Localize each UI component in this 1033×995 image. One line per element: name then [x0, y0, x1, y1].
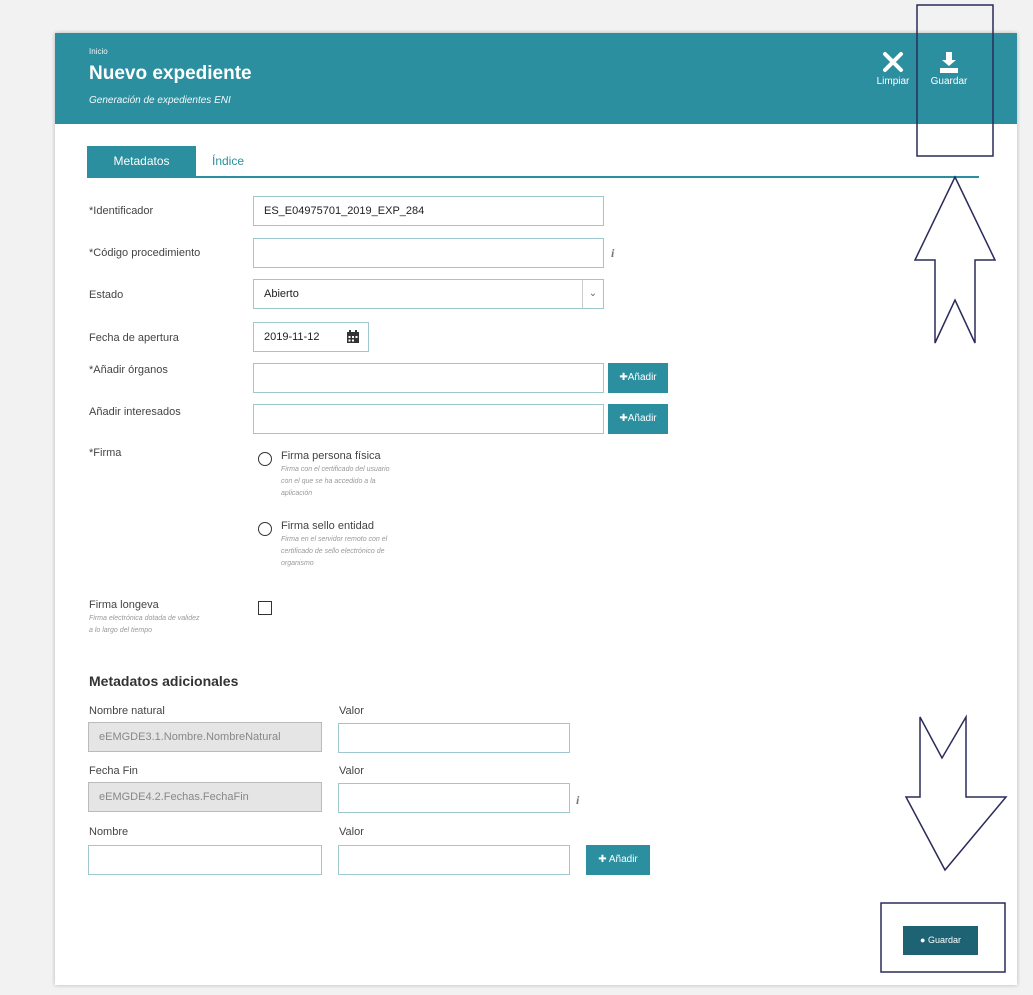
add-metadato-button[interactable]: ✚ Añadir: [586, 845, 650, 875]
page-header: Inicio Nuevo expediente Generación de ex…: [55, 33, 1017, 124]
desc-line: certificado de sello electrónico de: [281, 548, 385, 555]
desc-line: organismo: [281, 560, 314, 567]
breadcrumb[interactable]: Inicio: [89, 47, 108, 56]
plus-icon: ✚: [598, 854, 607, 865]
meta-value-label: Valor: [339, 765, 364, 777]
save-button[interactable]: ● Guardar: [903, 926, 978, 955]
tab-metadatos[interactable]: Metadatos: [87, 146, 196, 176]
page-subtitle: Generación de expedientes ENI: [89, 95, 231, 106]
meta-name-input: eEMGDE4.2.Fechas.FechaFin: [88, 782, 322, 812]
desc-line: con el que se ha accedido a la: [281, 478, 376, 485]
tab-indice[interactable]: Índice: [212, 146, 244, 176]
add-interesado-button[interactable]: ✚Añadir: [608, 404, 668, 434]
codigo-input[interactable]: [253, 238, 604, 268]
plus-icon: ✚: [619, 413, 628, 424]
fecha-label: Fecha de apertura: [89, 332, 179, 344]
firma-persona-desc: Firma con el certificado del usuario con…: [281, 464, 390, 500]
meta-name-input[interactable]: [88, 845, 322, 875]
meta-name-label: Nombre: [89, 826, 129, 838]
desc-line: a lo largo del tiempo: [89, 627, 153, 634]
desc-line: Firma en el servidor remoto con el: [281, 536, 388, 543]
header-save-button[interactable]: Guardar: [925, 50, 973, 87]
estado-value: Abierto: [264, 288, 299, 300]
add-interesado-label: Añadir: [627, 413, 657, 424]
info-icon[interactable]: i: [611, 246, 614, 261]
interesados-label: Añadir interesados: [89, 406, 181, 418]
clear-label: Limpiar: [876, 76, 910, 87]
plus-icon: ✚: [619, 372, 628, 383]
download-icon: [940, 52, 958, 73]
meta-value-input[interactable]: [338, 723, 570, 753]
longeva-label: Firma longeva: [89, 599, 159, 611]
close-icon: [883, 52, 903, 72]
info-icon[interactable]: i: [576, 793, 579, 808]
firma-sello-label: Firma sello entidad: [281, 520, 374, 532]
fecha-value: 2019-11-12: [264, 331, 320, 343]
chevron-down-icon: ⌄: [582, 280, 603, 308]
radio-firma-persona[interactable]: [258, 452, 272, 466]
tab-bar: Metadatos Índice: [87, 146, 979, 178]
fecha-input[interactable]: 2019-11-12: [253, 322, 369, 352]
identificador-input[interactable]: [253, 196, 604, 226]
meta-value-input[interactable]: [338, 783, 570, 813]
firma-persona-label: Firma persona física: [281, 450, 381, 462]
save-label: Guardar: [927, 935, 961, 945]
organos-input[interactable]: [253, 363, 604, 393]
meta-value-label: Valor: [339, 826, 364, 838]
radio-firma-sello[interactable]: [258, 522, 272, 536]
estado-label: Estado: [89, 289, 124, 301]
desc-line: Firma electrónica dotada de validez: [89, 615, 200, 622]
meta-value-label: Valor: [339, 705, 364, 717]
calendar-icon[interactable]: [346, 330, 360, 344]
metadatos-heading: Metadatos adicionales: [89, 673, 239, 689]
codigo-label: *Código procedimiento: [89, 247, 201, 259]
meta-name-label: Nombre natural: [89, 705, 165, 717]
longeva-desc: Firma electrónica dotada de validez a lo…: [89, 613, 200, 637]
desc-line: aplicación: [281, 490, 313, 497]
meta-name-label: Fecha Fin: [89, 765, 138, 777]
add-organo-label: Añadir: [627, 372, 657, 383]
firma-sello-desc: Firma en el servidor remoto con el certi…: [281, 534, 387, 570]
meta-value-input[interactable]: [338, 845, 570, 875]
longeva-checkbox[interactable]: [258, 601, 272, 615]
meta-name-input: eEMGDE3.1.Nombre.NombreNatural: [88, 722, 322, 752]
firma-label: *Firma: [89, 447, 122, 459]
form-card: Inicio Nuevo expediente Generación de ex…: [55, 33, 1017, 985]
identificador-label: *Identificador: [89, 205, 154, 217]
organos-label: *Añadir órganos: [89, 364, 168, 376]
clear-button[interactable]: Limpiar: [873, 50, 913, 87]
header-save-label: Guardar: [930, 76, 968, 87]
desc-line: Firma con el certificado del usuario: [281, 466, 390, 473]
page-title: Nuevo expediente: [89, 63, 252, 84]
add-organo-button[interactable]: ✚Añadir: [608, 363, 668, 393]
add-metadato-label: Añadir: [608, 854, 638, 865]
save-icon: ●: [920, 935, 926, 945]
estado-select[interactable]: Abierto ⌄: [253, 279, 604, 309]
interesados-input[interactable]: [253, 404, 604, 434]
